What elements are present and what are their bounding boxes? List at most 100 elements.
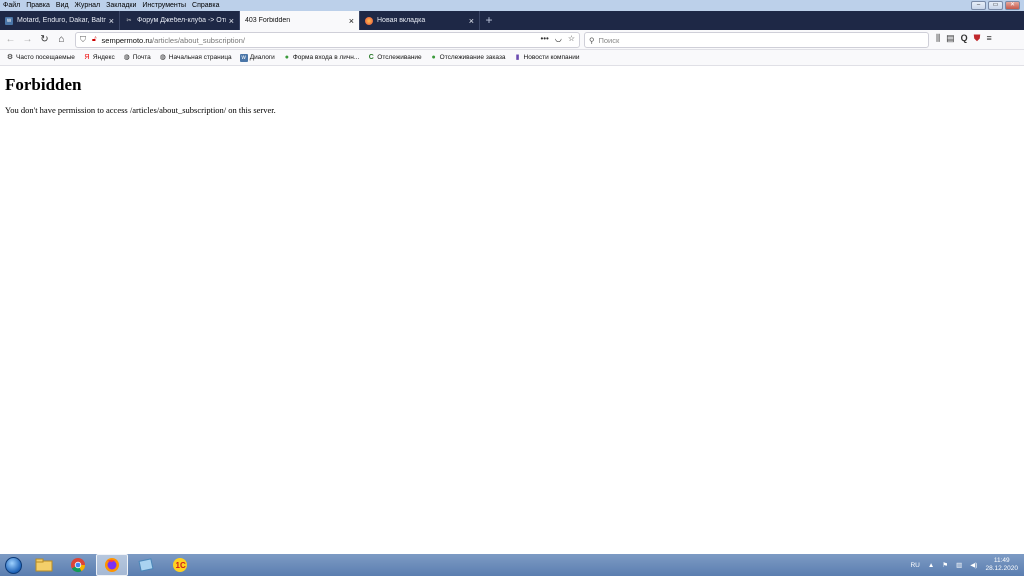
search-bar[interactable]: ⚲ Поиск bbox=[584, 32, 929, 48]
close-tab-icon[interactable]: × bbox=[109, 16, 114, 26]
bookmark-label: Почта bbox=[132, 54, 151, 61]
bookmark-company-news[interactable]: ▮ Новости компании bbox=[514, 54, 580, 62]
network-icon[interactable]: ▥ bbox=[956, 561, 962, 569]
home-button[interactable]: ⌂ bbox=[53, 31, 70, 48]
bookmark-label: Диалоги bbox=[249, 54, 275, 61]
back-button[interactable]: ← bbox=[2, 31, 19, 48]
tab-bar: w Motard, Enduro, Dakar, Baltmo × ✂ Фору… bbox=[0, 11, 1024, 30]
language-indicator[interactable]: RU bbox=[910, 562, 919, 569]
gear-icon: ⚙ bbox=[6, 53, 14, 61]
insecure-lock-icon[interactable]: 🔓︎ bbox=[92, 36, 97, 44]
shield-icon[interactable]: ⛉ bbox=[80, 35, 86, 45]
tab-403-forbidden[interactable]: 403 Forbidden × bbox=[240, 11, 360, 30]
url-path: /articles/about_subscription/ bbox=[151, 35, 245, 45]
menu-bar: Файл Правка Вид Журнал Закладки Инструме… bbox=[0, 0, 1024, 11]
scissors-icon: ✂ bbox=[126, 17, 132, 24]
extension-q-icon[interactable]: Q bbox=[961, 33, 968, 44]
reload-button[interactable]: ↻ bbox=[36, 31, 53, 48]
sidebar-icon[interactable]: ▤ bbox=[946, 33, 955, 44]
windows-orb-icon bbox=[4, 556, 22, 574]
clock[interactable]: 11:49 28.12.2020 bbox=[985, 557, 1018, 573]
c-icon: C bbox=[368, 53, 374, 61]
url-actions: ••• ◡ ☆ bbox=[540, 34, 575, 43]
minimize-button[interactable]: – bbox=[971, 1, 986, 10]
shield-extension-icon[interactable]: ⛊ bbox=[974, 33, 981, 44]
taskbar-1c[interactable]: 1С bbox=[164, 554, 196, 576]
search-icon: ⚲ bbox=[589, 35, 595, 45]
search-placeholder: Поиск bbox=[598, 35, 620, 45]
green-circle-icon: ● bbox=[431, 53, 436, 61]
volume-icon[interactable]: ◀) bbox=[970, 561, 977, 569]
bookmark-most-visited[interactable]: ⚙ Часто посещаемые bbox=[6, 54, 75, 62]
menu-history[interactable]: Журнал bbox=[75, 2, 101, 9]
menu-hamburger-icon[interactable]: ≡ bbox=[986, 33, 991, 44]
vk-icon: w bbox=[239, 53, 248, 62]
bookmark-label: Отслеживание заказа bbox=[439, 54, 506, 61]
menu-file[interactable]: Файл bbox=[3, 2, 20, 9]
folder-icon bbox=[35, 558, 53, 572]
tab-motard[interactable]: w Motard, Enduro, Dakar, Baltmo × bbox=[0, 11, 120, 30]
forward-button[interactable]: → bbox=[19, 31, 36, 48]
tray-expand-icon[interactable]: ▲ bbox=[928, 562, 934, 569]
taskbar-firefox[interactable] bbox=[96, 554, 128, 576]
tab-title: 403 Forbidden bbox=[245, 17, 291, 24]
new-tab-button[interactable]: + bbox=[480, 11, 498, 30]
maximize-button[interactable]: ▭ bbox=[988, 1, 1003, 10]
bookmark-mail[interactable]: ◍ Почта bbox=[123, 54, 151, 62]
url-bar[interactable]: ⛉ 🔓︎ sempermoto.ru/articles/about_subscr… bbox=[75, 32, 580, 48]
close-tab-icon[interactable]: × bbox=[229, 16, 234, 26]
bookmarks-toolbar: ⚙ Часто посещаемые Я Яндекс ◍ Почта ◍ Началь… bbox=[0, 50, 1024, 66]
page-actions-icon[interactable]: ••• bbox=[540, 34, 548, 43]
menu-view[interactable]: Вид bbox=[56, 2, 69, 9]
green-circle-icon: ● bbox=[284, 53, 289, 61]
bookmark-label: Яндекс bbox=[92, 54, 115, 61]
close-tab-icon[interactable]: × bbox=[469, 16, 474, 26]
menu-bookmarks[interactable]: Закладки bbox=[106, 2, 136, 9]
start-button[interactable] bbox=[0, 554, 26, 576]
system-tray: RU ▲ ⚑ ▥ ◀) 11:49 28.12.2020 bbox=[910, 554, 1018, 576]
yandex-icon: Я bbox=[84, 53, 90, 61]
bookmark-label: Отслеживание bbox=[377, 54, 422, 61]
bookmark-yandex[interactable]: Я Яндекс bbox=[83, 53, 115, 62]
bookmark-tracking[interactable]: C Отслеживание bbox=[367, 53, 422, 62]
tab-title: Motard, Enduro, Dakar, Baltmo bbox=[17, 17, 106, 24]
taskbar: 1С RU ▲ ⚑ ▥ ◀) 11:49 28.12.2020 bbox=[0, 554, 1024, 576]
bookmark-home-page[interactable]: ◍ Начальная страница bbox=[159, 54, 232, 62]
page-heading: Forbidden bbox=[5, 75, 82, 94]
menu-tools[interactable]: Инструменты bbox=[142, 2, 186, 9]
tab-title: Форум Джебел-клуба -> Отв bbox=[137, 17, 226, 24]
url-host: sempermoto.ru bbox=[101, 35, 152, 45]
bookmark-order-tracking[interactable]: ● Отслеживание заказа bbox=[430, 54, 506, 62]
vk-icon: w bbox=[5, 16, 13, 25]
menu-edit[interactable]: Правка bbox=[26, 2, 50, 9]
taskbar-app[interactable] bbox=[130, 554, 162, 576]
bookmark-star-icon[interactable]: ☆ bbox=[568, 34, 575, 43]
navigation-toolbar: ← → ↻ ⌂ ⛉ 🔓︎ sempermoto.ru/articles/abou… bbox=[0, 30, 1024, 50]
clock-time: 11:49 bbox=[993, 557, 1010, 564]
window-controls: – ▭ ✕ bbox=[971, 1, 1020, 10]
bookmark-login-form[interactable]: ● Форма входа в личн... bbox=[283, 53, 360, 62]
close-tab-icon[interactable]: × bbox=[349, 16, 354, 26]
toolbar-icons: ⫼ ▤ Q ⛊ ≡ bbox=[936, 33, 992, 44]
taskbar-chrome[interactable] bbox=[62, 554, 94, 576]
bookmark-dialogs[interactable]: w Диалоги bbox=[239, 53, 275, 62]
globe-icon: ◍ bbox=[159, 53, 166, 61]
tab-title: Новая вкладка bbox=[377, 17, 426, 24]
tab-new-tab[interactable]: Новая вкладка × bbox=[360, 11, 480, 30]
close-window-button[interactable]: ✕ bbox=[1005, 1, 1020, 10]
menu-help[interactable]: Справка bbox=[192, 2, 219, 9]
globe-icon: ◍ bbox=[123, 53, 130, 61]
bookmark-label: Часто посещаемые bbox=[16, 54, 75, 61]
chrome-icon bbox=[71, 558, 86, 573]
error-message: You don't have permission to access /art… bbox=[5, 105, 276, 115]
bookmark-label: Новости компании bbox=[523, 54, 580, 61]
flag-icon[interactable]: ⚑ bbox=[942, 561, 948, 569]
library-icon[interactable]: ⫼ bbox=[936, 33, 940, 44]
firefox-icon bbox=[105, 558, 119, 572]
tab-jebel-forum[interactable]: ✂ Форум Джебел-клуба -> Отв × bbox=[120, 11, 240, 30]
bookmark-label: Начальная страница bbox=[168, 54, 232, 61]
firefox-icon bbox=[365, 16, 373, 25]
taskbar-explorer[interactable] bbox=[28, 554, 60, 576]
pocket-icon[interactable]: ◡ bbox=[555, 34, 562, 43]
page-content: Forbidden You don't have permission to a… bbox=[0, 67, 1024, 554]
